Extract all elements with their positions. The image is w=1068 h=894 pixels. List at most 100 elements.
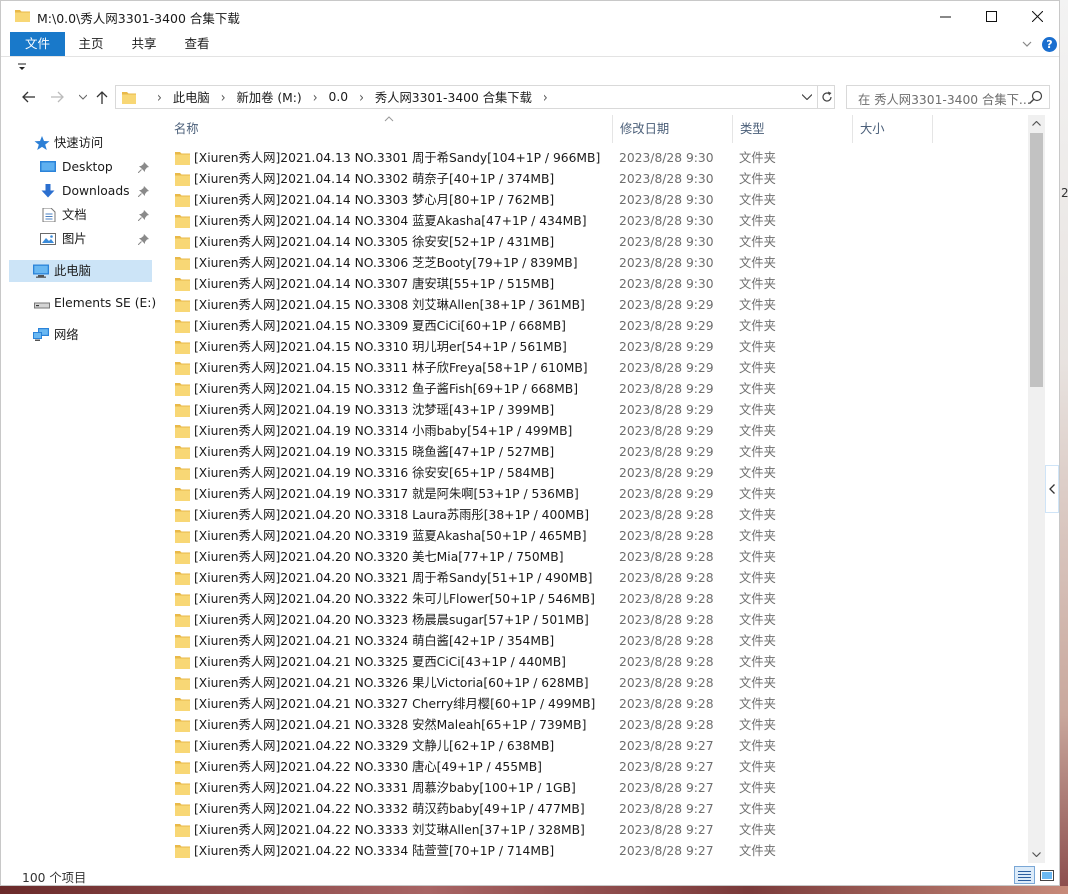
nav-quick-access[interactable]: 快速访问 (1, 132, 156, 154)
scroll-down-button[interactable] (1028, 846, 1045, 863)
table-row[interactable]: [Xiuren秀人网]2021.04.15 NO.3308 刘艾琳Allen[3… (161, 295, 1028, 316)
table-row[interactable]: [Xiuren秀人网]2021.04.21 NO.3328 安然Maleah[6… (161, 715, 1028, 736)
table-row[interactable]: [Xiuren秀人网]2021.04.22 NO.3330 唐心[49+1P /… (161, 757, 1028, 778)
scrollbar-thumb[interactable] (1030, 133, 1043, 387)
address-history-button[interactable] (798, 88, 816, 106)
scroll-up-button[interactable] (1028, 115, 1045, 132)
table-row[interactable]: [Xiuren秀人网]2021.04.15 NO.3311 林子欣Freya[5… (161, 358, 1028, 379)
file-modified-date: 2023/8/28 9:28 (619, 550, 714, 564)
file-name: [Xiuren秀人网]2021.04.20 NO.3323 杨晨晨sugar[5… (194, 613, 589, 627)
table-row[interactable]: [Xiuren秀人网]2021.04.15 NO.3309 夏西CiCi[60+… (161, 316, 1028, 337)
table-row[interactable]: [Xiuren秀人网]2021.04.20 NO.3318 Laura苏雨彤[3… (161, 505, 1028, 526)
breadcrumb-this-pc[interactable]: 此电脑 (173, 88, 210, 106)
pin-icon[interactable] (138, 162, 149, 173)
table-row[interactable]: [Xiuren秀人网]2021.04.21 NO.3327 Cherry绯月樱[… (161, 694, 1028, 715)
table-row[interactable]: [Xiuren秀人网]2021.04.20 NO.3322 朱可儿Flower[… (161, 589, 1028, 610)
file-name: [Xiuren秀人网]2021.04.21 NO.3324 萌白酱[42+1P … (194, 634, 555, 648)
file-modified-date: 2023/8/28 9:28 (619, 613, 714, 627)
column-header-size[interactable]: 大小 (853, 115, 933, 143)
breadcrumb-chevron-icon[interactable]: › (543, 89, 548, 106)
folder-icon (175, 593, 190, 606)
search-input[interactable]: 在 秀人网3301-3400 合集下... (846, 85, 1050, 109)
vertical-scrollbar[interactable] (1028, 115, 1045, 863)
table-row[interactable]: [Xiuren秀人网]2021.04.22 NO.3333 刘艾琳Allen[3… (161, 820, 1028, 841)
table-row[interactable]: [Xiuren秀人网]2021.04.20 NO.3319 蓝夏Akasha[5… (161, 526, 1028, 547)
table-row[interactable]: [Xiuren秀人网]2021.04.19 NO.3315 晓鱼酱[47+1P … (161, 442, 1028, 463)
table-row[interactable]: [Xiuren秀人网]2021.04.20 NO.3320 美七Mia[77+1… (161, 547, 1028, 568)
breadcrumb-current-folder[interactable]: 秀人网3301-3400 合集下载 (375, 88, 532, 106)
table-row[interactable]: [Xiuren秀人网]2021.04.22 NO.3332 萌汉药baby[49… (161, 799, 1028, 820)
expand-ribbon-icon[interactable] (1020, 36, 1034, 52)
maximize-button[interactable] (968, 1, 1014, 32)
title-bar[interactable]: M:\0.0\秀人网3301-3400 合集下载 (1, 1, 1059, 32)
file-modified-date: 2023/8/28 9:28 (619, 529, 714, 543)
column-header-name[interactable]: 名称 (167, 115, 613, 143)
table-row[interactable]: [Xiuren秀人网]2021.04.19 NO.3314 小雨baby[54+… (161, 421, 1028, 442)
breadcrumb-chevron-icon[interactable]: › (313, 89, 318, 106)
nav-documents[interactable]: 文档 (1, 204, 156, 226)
address-bar[interactable]: › 此电脑 › 新加卷 (M:) › 0.0 › 秀人网3301-3400 合集… (115, 85, 835, 109)
breadcrumb-chevron-icon[interactable]: › (359, 89, 364, 106)
table-row[interactable]: [Xiuren秀人网]2021.04.21 NO.3324 萌白酱[42+1P … (161, 631, 1028, 652)
file-type: 文件夹 (739, 529, 776, 543)
nav-pictures[interactable]: 图片 (1, 228, 156, 250)
pin-icon[interactable] (138, 186, 149, 197)
large-icons-view-button[interactable] (1037, 866, 1057, 884)
column-header-date[interactable]: 修改日期 (613, 115, 733, 143)
table-row[interactable]: [Xiuren秀人网]2021.04.21 NO.3326 果儿Victoria… (161, 673, 1028, 694)
table-row[interactable]: [Xiuren秀人网]2021.04.21 NO.3325 夏西CiCi[43+… (161, 652, 1028, 673)
table-row[interactable]: [Xiuren秀人网]2021.04.22 NO.3329 文静儿[62+1P … (161, 736, 1028, 757)
breadcrumb-chevron-icon[interactable]: › (221, 89, 226, 106)
breadcrumb-folder-0-0[interactable]: 0.0 (329, 90, 349, 104)
table-row[interactable]: [Xiuren秀人网]2021.04.15 NO.3312 鱼子酱Fish[69… (161, 379, 1028, 400)
show-preview-pane-button[interactable] (1045, 465, 1059, 513)
table-row[interactable]: [Xiuren秀人网]2021.04.14 NO.3307 唐安琪[55+1P … (161, 274, 1028, 295)
file-name: [Xiuren秀人网]2021.04.14 NO.3304 蓝夏Akasha[4… (194, 214, 587, 228)
table-row[interactable]: [Xiuren秀人网]2021.04.14 NO.3306 芝芝Booty[79… (161, 253, 1028, 274)
table-row[interactable]: [Xiuren秀人网]2021.04.19 NO.3313 沈梦瑶[43+1P … (161, 400, 1028, 421)
ribbon-tabs: 文件 主页 共享 查看 ? (1, 32, 1059, 57)
refresh-button[interactable] (817, 86, 835, 108)
nav-network[interactable]: 网络 (1, 324, 156, 346)
breadcrumb-drive[interactable]: 新加卷 (M:) (237, 88, 302, 106)
table-row[interactable]: [Xiuren秀人网]2021.04.13 NO.3301 周于希Sandy[1… (161, 148, 1028, 169)
nav-downloads[interactable]: Downloads (1, 180, 156, 202)
file-modified-date: 2023/8/28 9:30 (619, 235, 714, 249)
table-row[interactable]: [Xiuren秀人网]2021.04.22 NO.3334 陆萱萱[70+1P … (161, 841, 1028, 862)
details-view-button[interactable] (1014, 866, 1035, 884)
search-placeholder: 在 秀人网3301-3400 合集下... (858, 93, 1031, 107)
tab-share[interactable]: 共享 (120, 32, 168, 56)
back-button[interactable] (18, 86, 40, 108)
table-row[interactable]: [Xiuren秀人网]2021.04.20 NO.3321 周于希Sandy[5… (161, 568, 1028, 589)
table-row[interactable]: [Xiuren秀人网]2021.04.19 NO.3317 就是阿朱啊[53+1… (161, 484, 1028, 505)
tab-home[interactable]: 主页 (67, 32, 115, 56)
table-row[interactable]: [Xiuren秀人网]2021.04.20 NO.3323 杨晨晨sugar[5… (161, 610, 1028, 631)
nav-desktop[interactable]: Desktop (1, 156, 156, 178)
search-icon[interactable] (1028, 90, 1043, 105)
table-row[interactable]: [Xiuren秀人网]2021.04.14 NO.3302 萌奈子[40+1P … (161, 169, 1028, 190)
up-button[interactable] (91, 86, 113, 108)
table-row[interactable]: [Xiuren秀人网]2021.04.14 NO.3305 徐安安[52+1P … (161, 232, 1028, 253)
folder-icon (175, 803, 190, 816)
pin-icon[interactable] (138, 210, 149, 221)
folder-icon (175, 509, 190, 522)
customize-toolbar-icon[interactable] (17, 62, 27, 72)
help-icon[interactable]: ? (1042, 37, 1057, 52)
table-row[interactable]: [Xiuren秀人网]2021.04.19 NO.3316 徐安安[65+1P … (161, 463, 1028, 484)
table-row[interactable]: [Xiuren秀人网]2021.04.15 NO.3310 玥儿玥er[54+1… (161, 337, 1028, 358)
nav-this-pc[interactable]: 此电脑 (9, 260, 152, 282)
pin-icon[interactable] (138, 234, 149, 245)
nav-drive-label: Elements SE (E:) (54, 296, 157, 310)
file-modified-date: 2023/8/28 9:28 (619, 655, 714, 669)
table-row[interactable]: [Xiuren秀人网]2021.04.14 NO.3304 蓝夏Akasha[4… (161, 211, 1028, 232)
tab-file[interactable]: 文件 (10, 32, 65, 56)
close-button[interactable] (1014, 1, 1059, 32)
minimize-button[interactable] (922, 1, 968, 32)
tab-view[interactable]: 查看 (173, 32, 221, 56)
table-row[interactable]: [Xiuren秀人网]2021.04.22 NO.3331 周慕汐baby[10… (161, 778, 1028, 799)
column-header-type[interactable]: 类型 (733, 115, 853, 143)
forward-button[interactable] (46, 86, 68, 108)
table-row[interactable]: [Xiuren秀人网]2021.04.14 NO.3303 梦心月[80+1P … (161, 190, 1028, 211)
breadcrumb-chevron-icon[interactable]: › (157, 89, 162, 106)
nav-drive-e[interactable]: Elements SE (E:) (1, 292, 156, 314)
